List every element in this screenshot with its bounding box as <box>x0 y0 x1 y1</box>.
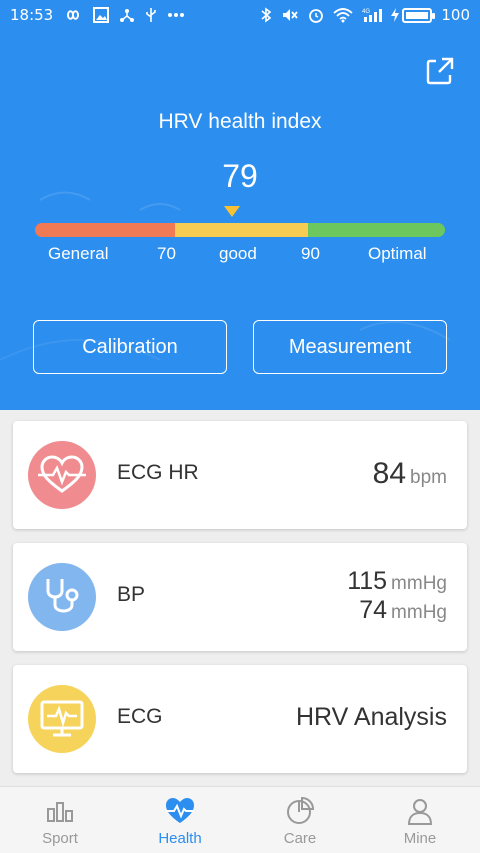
nav-label-health: Health <box>158 830 202 847</box>
scale-segment-optimal <box>308 223 445 237</box>
nav-label-sport: Sport <box>42 830 78 847</box>
user-icon <box>407 796 433 826</box>
bp-label: BP <box>117 583 146 606</box>
bp-systolic-reading: 115 mmHg <box>347 567 447 598</box>
bluetooth-icon <box>260 7 272 23</box>
share-network-icon <box>119 7 135 23</box>
ecg-hr-reading: 84 bpm <box>373 457 447 491</box>
share-button[interactable] <box>422 53 458 89</box>
nav-item-sport[interactable]: Sport <box>0 787 120 853</box>
hrv-title: HRV health index <box>158 110 322 133</box>
ecg-hr-value: 84 <box>372 457 407 490</box>
ecg-hrv-analysis: HRV Analysis <box>296 703 447 731</box>
ecg-label: ECG <box>117 705 163 728</box>
charging-icon <box>391 8 400 22</box>
hrv-score: 79 <box>222 158 258 194</box>
nav-label-care: Care <box>283 830 317 847</box>
score-indicator-icon <box>224 206 240 217</box>
share-icon <box>426 57 454 85</box>
image-icon <box>93 7 110 23</box>
battery-level: 100 <box>441 6 470 24</box>
scale-label-70: 70 <box>157 244 176 263</box>
bottom-nav: Sport Health Care Mine <box>0 786 480 853</box>
bp-diastolic-value: 74 <box>359 596 388 624</box>
stethoscope-icon <box>28 563 96 631</box>
nav-label-mine: Mine <box>403 830 437 847</box>
status-time: 18:53 <box>10 6 54 24</box>
nav-item-mine[interactable]: Mine <box>360 787 480 853</box>
scale-label-good: good <box>219 244 257 263</box>
more-dots-icon <box>167 12 185 18</box>
bp-systolic-unit: mmHg <box>391 573 447 594</box>
bar-chart-icon <box>46 796 74 826</box>
battery-status: 100 <box>391 6 470 24</box>
health-header: 18:53 4G 100 HRV health index 79 General… <box>0 0 480 410</box>
bp-card[interactable]: BP 115 mmHg 74 mmHg <box>13 543 467 651</box>
signal-type-label: 4G <box>362 9 370 15</box>
heart-pulse-icon <box>164 796 196 826</box>
scale-label-general: General <box>48 244 109 263</box>
bp-systolic-value: 115 <box>347 567 388 595</box>
hrv-scale-bar <box>35 223 445 237</box>
scale-label-optimal: Optimal <box>368 244 427 263</box>
heart-ecg-icon <box>28 441 96 509</box>
bp-diastolic-reading: 74 mmHg <box>359 596 447 627</box>
nav-item-care[interactable]: Care <box>240 787 360 853</box>
ecg-monitor-icon <box>28 685 96 753</box>
mute-icon <box>281 7 299 23</box>
pie-chart-icon <box>286 796 314 826</box>
status-bar: 18:53 4G 100 <box>0 0 480 30</box>
battery-icon <box>402 7 436 23</box>
scale-segment-general <box>35 223 175 237</box>
measurement-button[interactable]: Measurement <box>253 320 447 374</box>
ecg-hr-label: ECG HR <box>117 461 199 484</box>
ecg-card[interactable]: ECG HRV Analysis <box>13 665 467 773</box>
calibration-button[interactable]: Calibration <box>33 320 227 374</box>
infinity-icon <box>63 9 83 21</box>
ecg-hr-unit: bpm <box>410 467 447 488</box>
wifi-icon <box>333 7 353 23</box>
ecg-hr-card[interactable]: ECG HR 84 bpm <box>13 421 467 529</box>
usb-icon <box>145 7 157 23</box>
signal-icon: 4G <box>362 7 383 23</box>
alarm-icon <box>308 7 324 23</box>
bp-diastolic-unit: mmHg <box>391 602 447 623</box>
scale-segment-good <box>175 223 308 237</box>
scale-label-90: 90 <box>301 244 320 263</box>
nav-item-health[interactable]: Health <box>120 787 240 853</box>
